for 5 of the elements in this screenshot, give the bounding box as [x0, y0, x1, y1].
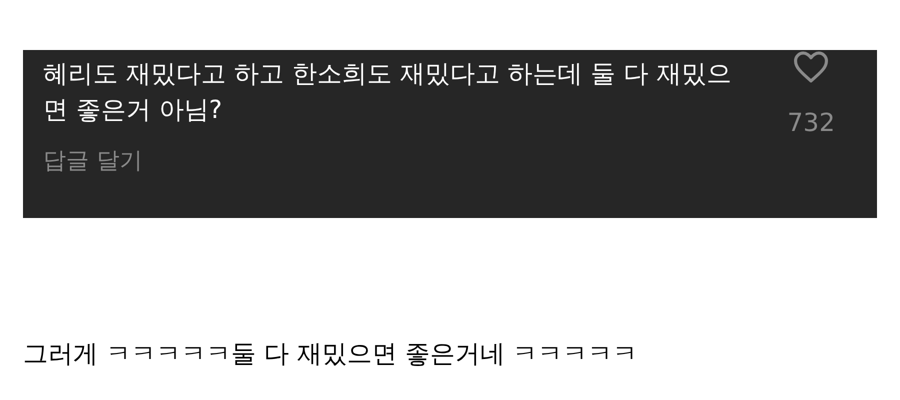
reply-text: 그러게 ㅋㅋㅋㅋㅋ둘 다 재밌으면 좋은거네 ㅋㅋㅋㅋㅋ — [23, 338, 639, 370]
comment-text: 혜리도 재밌다고 하고 한소희도 재밌다고 하는데 둘 다 재밌으면 좋은거 아님? — [43, 58, 733, 126]
reply-link[interactable]: 답글 달기 — [43, 146, 142, 176]
heart-icon[interactable] — [792, 50, 830, 84]
like-count: 732 — [787, 107, 835, 139]
